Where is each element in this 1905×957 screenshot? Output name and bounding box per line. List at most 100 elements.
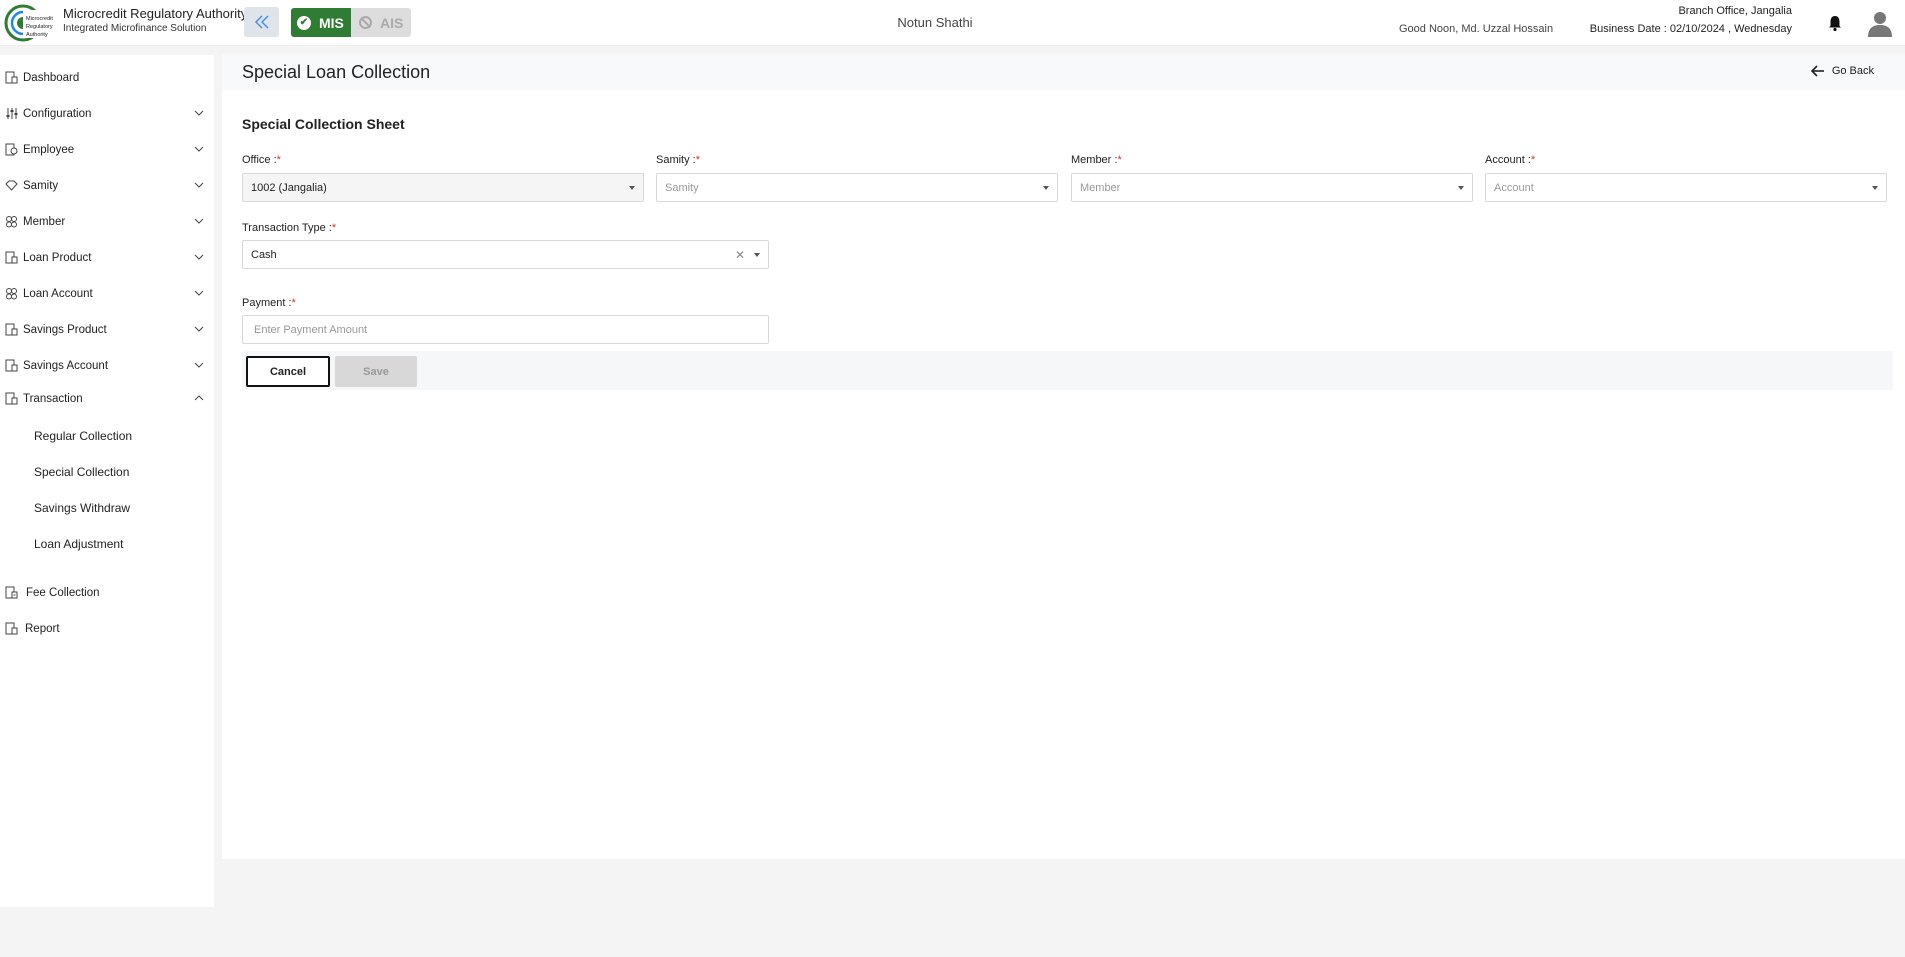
user-avatar-icon[interactable] <box>1866 9 1894 37</box>
required-mark: * <box>1530 154 1536 166</box>
account-label: Account :* <box>1485 154 1535 166</box>
chevron-up-icon <box>194 395 204 401</box>
chevron-down-icon <box>194 146 204 152</box>
save-button[interactable]: Save <box>335 356 417 387</box>
sidebar-item-label: Transaction <box>23 393 83 405</box>
required-mark: * <box>695 154 701 166</box>
page-title: Special Loan Collection <box>242 62 431 82</box>
samity-label: Samity :* <box>656 154 700 166</box>
member-placeholder: Member <box>1080 181 1121 194</box>
sliders-icon <box>6 108 18 119</box>
sidebar-item-label: Loan Product <box>23 252 92 264</box>
sidebar-item-fee-collection[interactable]: Fee Collection <box>0 578 214 608</box>
sidebar-item-label: Fee Collection <box>26 587 100 599</box>
sidebar-item-label: Savings Account <box>23 360 109 372</box>
sidebar-item-member[interactable]: Member <box>0 207 214 237</box>
account-label-text: Account : <box>1485 154 1531 166</box>
dashboard-icon <box>5 71 18 84</box>
transaction-type-label-text: Transaction Type : <box>242 222 332 234</box>
svg-text:Authority: Authority <box>26 32 48 38</box>
report-icon <box>5 622 18 635</box>
sidebar-subitem-loan-adjustment[interactable]: Loan Adjustment <box>34 537 123 551</box>
samity-select[interactable]: Samity <box>656 173 1058 202</box>
business-date: Business Date : 02/10/2024 , Wednesday <box>1589 23 1792 35</box>
payment-label-text: Payment : <box>242 297 292 309</box>
sidebar-item-employee[interactable]: Employee <box>0 135 214 165</box>
required-mark: * <box>276 154 281 166</box>
bell-icon[interactable] <box>1826 14 1844 32</box>
branch-office: Branch Office, Jangalia <box>1678 5 1792 17</box>
caret-down-icon <box>754 253 760 257</box>
samity-icon <box>5 180 18 191</box>
top-header: Microcredit Regulatory Authority Microcr… <box>0 0 1905 46</box>
sidebar-item-configuration[interactable]: Configuration <box>0 99 214 129</box>
payment-label: Payment :* <box>242 297 296 309</box>
office-select[interactable]: 1002 (Jangalia) <box>242 173 644 202</box>
sidebar: Dashboard Configuration Employee Samity … <box>0 55 214 907</box>
sidebar-subitem-special-collection[interactable]: Special Collection <box>34 465 129 479</box>
member-label: Member :* <box>1071 154 1122 166</box>
required-mark: * <box>1117 154 1122 166</box>
sidebar-item-report[interactable]: Report <box>0 614 214 644</box>
office-label-text: Office : <box>242 154 277 166</box>
sidebar-subitem-savings-withdraw[interactable]: Savings Withdraw <box>34 501 130 515</box>
member-icon <box>6 216 17 228</box>
caret-down-icon <box>1043 186 1049 190</box>
chevron-down-icon <box>194 182 204 188</box>
savings-account-icon <box>5 359 18 372</box>
transaction-type-label: Transaction Type :* <box>242 222 336 234</box>
main-content: Special Loan Collection Go Back Special … <box>222 54 1905 859</box>
account-placeholder: Account <box>1494 181 1534 194</box>
chevron-down-icon <box>194 218 204 224</box>
chevron-down-icon <box>194 290 204 296</box>
user-greeting: Good Noon, Md. Uzzal Hossain <box>1399 23 1554 35</box>
clear-icon[interactable]: ✕ <box>735 248 745 262</box>
savings-product-icon <box>5 323 18 336</box>
cancel-button[interactable]: Cancel <box>246 356 330 387</box>
go-back-label: Go Back <box>1831 65 1874 77</box>
section-title: Special Collection Sheet <box>242 116 405 132</box>
sidebar-item-label: Member <box>23 216 66 228</box>
sidebar-item-label: Loan Account <box>23 288 93 300</box>
sidebar-item-label: Configuration <box>23 108 92 120</box>
sidebar-item-loan-product[interactable]: Loan Product <box>0 243 214 273</box>
chevron-down-icon <box>194 110 204 116</box>
transaction-type-select[interactable]: Cash ✕ <box>242 240 769 269</box>
transaction-icon <box>5 392 18 405</box>
account-select[interactable]: Account <box>1485 173 1887 202</box>
loan-product-icon <box>5 251 18 264</box>
chevron-down-icon <box>194 326 204 332</box>
page-title-bar: Special Loan Collection Go Back <box>222 54 1905 90</box>
form-action-bar <box>242 351 1893 390</box>
sidebar-item-loan-account[interactable]: Loan Account <box>0 279 214 309</box>
sidebar-item-savings-product[interactable]: Savings Product <box>0 315 214 345</box>
go-back-button[interactable]: Go Back <box>1810 65 1874 77</box>
chevron-down-icon <box>194 362 204 368</box>
caret-down-icon <box>1458 186 1464 190</box>
loan-account-icon <box>6 288 17 300</box>
sidebar-item-samity[interactable]: Samity <box>0 171 214 201</box>
sidebar-item-label: Employee <box>23 144 75 156</box>
chevron-down-icon <box>194 254 204 260</box>
payment-amount-input[interactable]: Enter Payment Amount <box>242 315 769 344</box>
employee-icon <box>5 143 18 156</box>
sidebar-subitem-regular-collection[interactable]: Regular Collection <box>34 429 132 443</box>
samity-label-text: Samity : <box>656 154 696 166</box>
sidebar-item-savings-account[interactable]: Savings Account <box>0 351 214 381</box>
caret-down-icon <box>629 186 635 190</box>
sidebar-item-transaction[interactable]: Transaction <box>0 384 214 414</box>
payment-placeholder: Enter Payment Amount <box>254 323 368 336</box>
member-select[interactable]: Member <box>1071 173 1473 202</box>
samity-placeholder: Samity <box>665 181 699 194</box>
member-label-text: Member : <box>1071 154 1118 166</box>
required-mark: * <box>291 297 296 309</box>
fee-collection-icon <box>5 586 18 599</box>
required-mark: * <box>331 222 337 234</box>
sidebar-item-dashboard[interactable]: Dashboard <box>0 63 214 93</box>
sidebar-item-label: Samity <box>23 180 59 192</box>
office-label: Office :* <box>242 154 281 166</box>
sidebar-item-label: Dashboard <box>23 72 80 84</box>
sidebar-item-label: Savings Product <box>23 324 107 336</box>
sidebar-item-label: Report <box>25 623 60 635</box>
office-value: 1002 (Jangalia) <box>251 181 327 194</box>
